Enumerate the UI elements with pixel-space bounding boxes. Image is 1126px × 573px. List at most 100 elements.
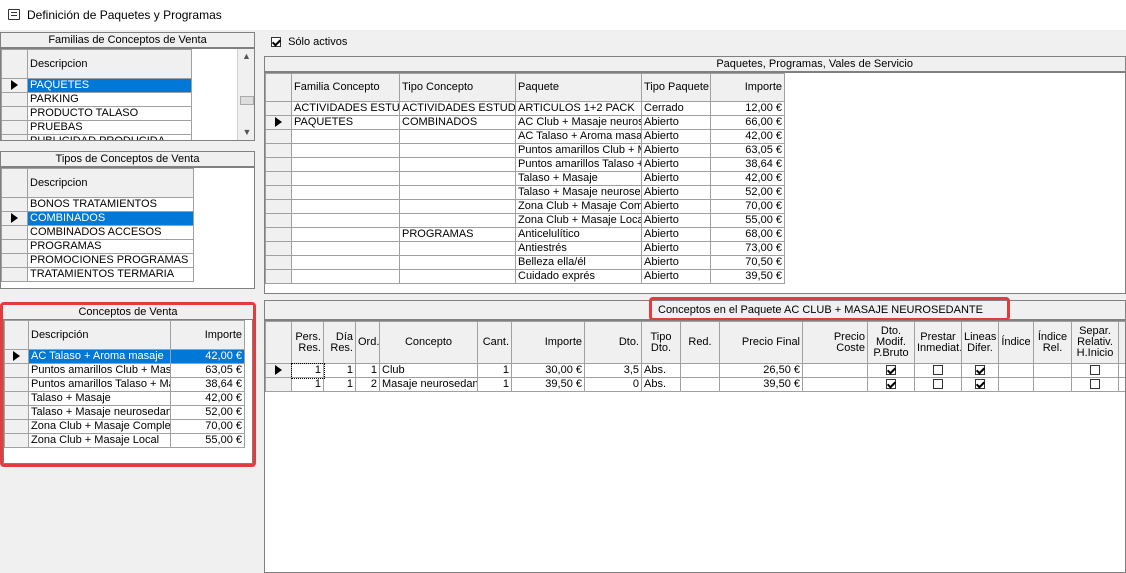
row-indicator[interactable] [1, 134, 28, 140]
detalle-lineas-checkbox[interactable] [975, 379, 985, 390]
paquete-importe[interactable]: 42,00 € [710, 129, 785, 144]
paquete-importe[interactable]: 70,00 € [710, 199, 785, 214]
paquete-tipo-paquete[interactable]: Abierto [641, 241, 711, 256]
tipos-col-descripcion[interactable]: Descripcion [27, 168, 194, 198]
detalle-col-concepto[interactable]: Concepto [379, 321, 478, 364]
paquete-tipo-paquete[interactable]: Abierto [641, 171, 711, 186]
paquete-tipo[interactable] [399, 269, 516, 284]
concepto-importe[interactable]: 42,00 € [170, 349, 245, 364]
detalle-dia[interactable]: 1 [323, 377, 356, 392]
row-indicator[interactable] [1, 211, 28, 226]
detalle-col-se[interactable]: SeM [1118, 321, 1125, 364]
concepto-row[interactable]: Zona Club + Masaje Complet 70,00 € [4, 419, 245, 434]
paquete-importe[interactable]: 70,50 € [710, 255, 785, 270]
paquete-familia[interactable] [291, 213, 400, 228]
familias-grid[interactable]: Descripcion PAQUETES PARKING PRODUCTO TALA… [0, 48, 255, 141]
familia-descripcion[interactable]: PARKING [27, 92, 192, 107]
familia-descripcion[interactable]: PUBLICIDAD PRODUCIDA [27, 134, 192, 140]
concepto-importe[interactable]: 55,00 € [170, 433, 245, 448]
paquete-tipo-paquete[interactable]: Abierto [641, 129, 711, 144]
detalle-lineas-checkbox[interactable] [975, 365, 985, 376]
detalle-col-indice-rel[interactable]: Índice Rel. [1033, 321, 1072, 364]
tipo-descripcion[interactable]: COMBINADOS ACCESOS [27, 225, 194, 240]
paquete-importe[interactable]: 73,00 € [710, 241, 785, 256]
concepto-descripcion[interactable]: Talaso + Masaje [28, 391, 171, 406]
detalle-col-tipo-dto[interactable]: Tipo Dto. [641, 321, 681, 364]
paquete-row[interactable]: ACTIVIDADES ESTU ACTIVIDADES ESTUD ARTICUL… [265, 101, 785, 116]
paquete-paquete[interactable]: Puntos amarillos Club + M [515, 143, 642, 158]
paquete-row[interactable]: Puntos amarillos Talaso + Abierto 38,64 € [265, 157, 785, 172]
row-indicator[interactable] [265, 377, 292, 392]
paquete-paquete[interactable]: Talaso + Masaje [515, 171, 642, 186]
concepto-descripcion[interactable]: Puntos amarillos Talaso + Ma [28, 377, 171, 392]
detalle-col-indice[interactable]: Índice [998, 321, 1034, 364]
row-indicator[interactable] [4, 363, 29, 378]
paquete-tipo[interactable] [399, 143, 516, 158]
row-indicator[interactable] [1, 225, 28, 240]
paquete-familia[interactable] [291, 199, 400, 214]
row-indicator[interactable] [265, 101, 292, 116]
detalle-col-dia[interactable]: Día Res. [323, 321, 356, 364]
paquete-importe[interactable]: 68,00 € [710, 227, 785, 242]
detalle-importe[interactable]: 39,50 € [511, 377, 585, 392]
row-indicator[interactable] [265, 129, 292, 144]
detalle-precio-coste[interactable] [802, 377, 868, 392]
concepto-descripcion[interactable]: Talaso + Masaje neurosedan [28, 405, 171, 420]
concepto-descripcion[interactable]: Puntos amarillos Club + Masa [28, 363, 171, 378]
row-indicator[interactable] [265, 185, 292, 200]
detalle-ord[interactable]: 1 [355, 363, 380, 378]
detalle-dto[interactable]: 0 [584, 377, 642, 392]
paquete-importe[interactable]: 66,00 € [710, 115, 785, 130]
paquete-tipo[interactable] [399, 241, 516, 256]
concepto-importe[interactable]: 70,00 € [170, 419, 245, 434]
detalle-cant[interactable]: 1 [477, 377, 512, 392]
tipo-row[interactable]: BONOS TRATAMIENTOS [1, 197, 194, 212]
familia-row[interactable]: PARKING [1, 92, 192, 107]
detalle-pers[interactable]: 1 [291, 377, 324, 392]
row-indicator[interactable] [1, 120, 28, 135]
paquete-row[interactable]: AC Talaso + Aroma masaj Abierto 42,00 € [265, 129, 785, 144]
tipo-descripcion[interactable]: PROMOCIONES PROGRAMAS [27, 253, 194, 268]
paquetes-grid[interactable]: Familia Concepto Tipo Concepto Paquete T… [264, 72, 1126, 294]
concepto-importe[interactable]: 63,05 € [170, 363, 245, 378]
paquetes-col-importe[interactable]: Importe [710, 73, 785, 102]
paquete-paquete[interactable]: Puntos amarillos Talaso + [515, 157, 642, 172]
conceptos-grid[interactable]: Descripción Importe AC Talaso + Aroma ma… [3, 319, 253, 464]
familia-descripcion[interactable]: PRUEBAS [27, 120, 192, 135]
detalle-col-pers[interactable]: Pers. Res. [291, 321, 324, 364]
detalle-row[interactable]: 1 1 2 Masaje neurosedant 1 39,50 €0 Abs. 39,50 … [265, 377, 1125, 392]
conceptos-col-importe[interactable]: Importe [170, 320, 245, 350]
row-indicator[interactable] [265, 115, 292, 130]
detalle-se[interactable] [1118, 377, 1125, 392]
detalle-col-cant[interactable]: Cant. [477, 321, 512, 364]
detalle-lineas-cell[interactable] [961, 363, 999, 378]
paquete-paquete[interactable]: Zona Club + Masaje Comp [515, 199, 642, 214]
concepto-row[interactable]: AC Talaso + Aroma masaje 42,00 € [4, 349, 245, 364]
paquete-importe[interactable]: 12,00 € [710, 101, 785, 116]
detalle-prestar-cell[interactable] [914, 377, 962, 392]
detalle-concepto[interactable]: Club [379, 363, 478, 378]
concepto-importe[interactable]: 52,00 € [170, 405, 245, 420]
paquete-tipo-paquete[interactable]: Abierto [641, 213, 711, 228]
familias-col-descripcion[interactable]: Descripcion [27, 49, 192, 79]
tipo-row[interactable]: TRATAMIENTOS TERMARIA [1, 267, 194, 282]
detalle-col-lineas[interactable]: Lineas Difer. [961, 321, 999, 364]
solo-activos[interactable]: Sólo activos [271, 36, 347, 48]
paquete-row[interactable]: Belleza ella/él Abierto 70,50 € [265, 255, 785, 270]
detalle-importe[interactable]: 30,00 € [511, 363, 585, 378]
detalle-dto-modif-checkbox[interactable] [886, 365, 896, 376]
tipo-descripcion[interactable]: BONOS TRATAMIENTOS [27, 197, 194, 212]
detalle-col-prestar[interactable]: Prestar Inmediat. [914, 321, 962, 364]
familia-descripcion[interactable]: PAQUETES [27, 78, 192, 93]
concepto-row[interactable]: Talaso + Masaje 42,00 € [4, 391, 245, 406]
detalle-indice[interactable] [998, 377, 1034, 392]
tipo-row[interactable]: COMBINADOS ACCESOS [1, 225, 194, 240]
concepto-descripcion[interactable]: AC Talaso + Aroma masaje [28, 349, 171, 364]
concepto-row[interactable]: Talaso + Masaje neurosedan 52,00 € [4, 405, 245, 420]
row-indicator[interactable] [1, 239, 28, 254]
row-indicator[interactable] [265, 241, 292, 256]
detalle-precio-final[interactable]: 26,50 € [719, 363, 803, 378]
row-indicator[interactable] [265, 269, 292, 284]
paquete-familia[interactable] [291, 157, 400, 172]
row-indicator[interactable] [265, 363, 292, 378]
